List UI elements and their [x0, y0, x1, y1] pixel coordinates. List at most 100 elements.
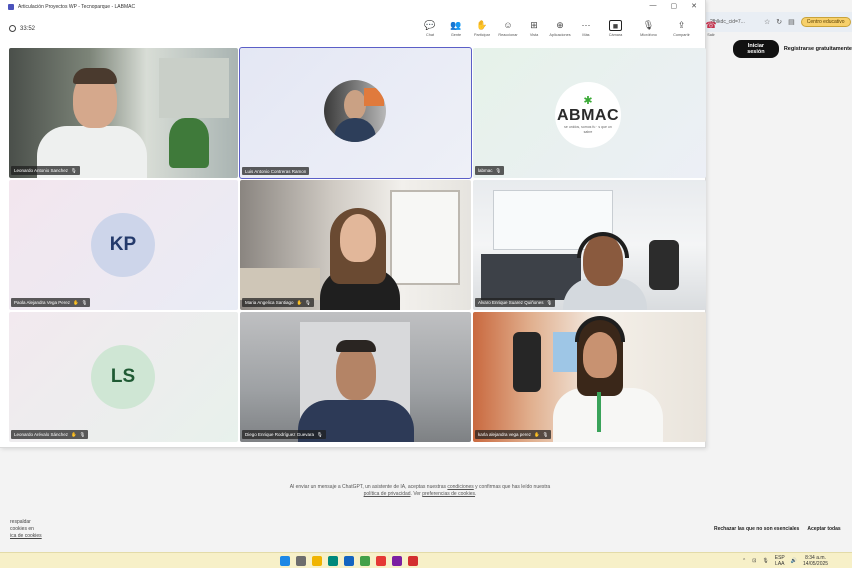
extensions-icon[interactable]: ▤ [788, 18, 795, 26]
network-icon[interactable]: ⊡ [752, 558, 756, 564]
microphone-icon: 🎙 [642, 20, 655, 30]
raise-hand-icon: ✋ [476, 20, 488, 30]
taskbar-apps [280, 556, 418, 566]
participant-name-badge: karla alejandra vega perez ✋ 🎙 [475, 430, 552, 439]
participant-name: Leonardo Antonio Sanchez [14, 168, 69, 173]
video-tile[interactable]: ✱ ABMAC se unidos, somos fu · s que un s… [473, 48, 706, 178]
browser-toolbar: ?fblkdc_cid=7... ☆ ↻ ▤ Centro educativo [706, 12, 852, 32]
video-tile[interactable]: Alvaro Enrique Suarez Quiñones 🎙 [473, 180, 706, 310]
participant-hair [336, 340, 376, 352]
hand-raised-icon: ✋ [71, 431, 77, 437]
view-button[interactable]: ⊞ Vista [524, 20, 544, 37]
disclaimer-text-2: y confirmas que has leído nuestra [475, 484, 551, 490]
video-tile[interactable]: LS Leonardo Arévalo Sánchez ✋ 🎙 [9, 312, 238, 442]
participant-name: Maria Angelica Santiago [245, 300, 294, 305]
video-tile[interactable]: karla alejandra vega perez ✋ 🎙 [473, 312, 706, 442]
profile-badge[interactable]: Centro educativo [800, 17, 851, 27]
taskbar-app-icon[interactable] [328, 556, 338, 566]
volume-icon[interactable]: 🔊 [791, 558, 797, 564]
maximize-button[interactable]: ▢ [671, 2, 678, 10]
cookie-line-1: respaldar [10, 519, 31, 525]
taskbar-app-icon[interactable] [392, 556, 402, 566]
star-icon[interactable]: ☆ [764, 18, 770, 26]
chat-button[interactable]: 💬 Chat [420, 20, 440, 37]
language-indicator[interactable]: ESP LAA [775, 555, 785, 567]
reject-cookies-button[interactable]: Rechazar las que no son esenciales [714, 526, 799, 532]
minimize-button[interactable]: — [650, 2, 657, 10]
taskbar-app-icon[interactable] [376, 556, 386, 566]
people-button[interactable]: 👥 Gente [446, 20, 466, 37]
mic-icon: 🎙 [71, 167, 77, 173]
raise-hand-label: Participar [473, 33, 491, 37]
refresh-icon[interactable]: ↻ [776, 18, 782, 26]
view-icon: ⊞ [530, 20, 538, 30]
participant-name: Alvaro Enrique Suarez Quiñones [478, 300, 544, 305]
camera-icon: ■ [609, 20, 622, 31]
mic-icon: 🎙 [546, 299, 553, 305]
participant-shirt [553, 388, 663, 442]
taskbar-app-icon[interactable] [312, 556, 322, 566]
background-screen [364, 88, 384, 106]
close-button[interactable]: ✕ [691, 2, 697, 10]
participant-shirt [334, 118, 376, 142]
lanyard [597, 392, 601, 432]
login-button[interactable]: Iniciar sesión [733, 40, 779, 58]
privacy-link[interactable]: política de privacidad [364, 491, 411, 497]
background-plant [169, 118, 209, 168]
camera-button[interactable]: ■ Cámara [602, 20, 629, 37]
share-label: Compartir [673, 33, 690, 37]
chatgpt-disclaimer: Al enviar un mensaje a ChatGPT, un asist… [180, 484, 660, 498]
window-title: Articulación Proyectos WP - Tecnoparque … [18, 4, 136, 10]
apps-button[interactable]: ⊕ Aplicaciones [549, 20, 570, 37]
cookie-policy-link[interactable]: ica de cookies [10, 533, 42, 540]
chat-label: Chat [425, 33, 435, 37]
participant-name-badge: Maria Angelica Santiago ✋ 🎙 [242, 298, 314, 307]
accept-cookies-button[interactable]: Aceptar todas [807, 526, 840, 532]
video-tile[interactable]: Leonardo Antonio Sanchez 🎙 [9, 48, 238, 178]
taskbar-app-icon[interactable] [296, 556, 306, 566]
cookie-banner-text: respaldar cookies en ica de cookies [10, 519, 42, 540]
more-button[interactable]: ⋯ Más [576, 20, 596, 37]
tray-chevron-icon[interactable]: ⌃ [742, 558, 746, 564]
video-tile[interactable]: Maria Angelica Santiago ✋ 🎙 [240, 180, 471, 310]
taskbar-app-icon[interactable] [360, 556, 370, 566]
microphone-button[interactable]: 🎙 Micrófono [635, 20, 662, 37]
mic-icon: 🎙 [495, 167, 502, 173]
terms-link[interactable]: condiciones [447, 484, 473, 490]
participant-name: karla alejandra vega perez [478, 432, 532, 437]
video-tile[interactable]: Luis Antonio Contreras Ramon [239, 47, 472, 179]
apps-icon: ⊕ [556, 20, 564, 30]
video-tile[interactable]: Diego Enrique Rodríguez Guevara 🎙 [240, 312, 471, 442]
hand-raised-icon: ✋ [296, 299, 303, 305]
cookie-preferences-link[interactable]: preferencias de cookies [422, 491, 475, 497]
clock[interactable]: 8:34 a.m. 14/05/2025 [803, 555, 828, 567]
mic-tray-icon[interactable]: 🎙 [762, 558, 768, 564]
meeting-controls-bar: 33:52 💬 Chat 👥 Gente ✋ Participar ☺ Reaccionar ⊞… [0, 14, 717, 48]
more-icon: ⋯ [581, 20, 591, 30]
disclaimer-end: . [475, 491, 477, 497]
cookie-actions: Rechazar las que no son esenciales Acept… [714, 526, 841, 532]
taskbar-app-icon[interactable] [408, 556, 418, 566]
system-tray: ⌃ ⊡ 🎙 ESP LAA 🔊 8:34 a.m. 14/05/2025 [742, 555, 828, 567]
share-icon: ⇪ [677, 20, 686, 30]
react-button[interactable]: ☺ Reaccionar [498, 20, 518, 37]
participant-name-badge: Paola Alejandra Vega Perez ✋ 🎙 [11, 298, 91, 307]
share-button[interactable]: ⇪ Compartir [668, 20, 695, 37]
video-grid: Leonardo Antonio Sanchez 🎙 Luis Antonio … [9, 47, 706, 442]
leave-button[interactable]: ☎ Salir [701, 20, 721, 37]
headset-icon [575, 316, 625, 342]
start-button-icon[interactable] [280, 556, 290, 566]
taskbar: ⌃ ⊡ 🎙 ESP LAA 🔊 8:34 a.m. 14/05/2025 [0, 552, 852, 568]
react-icon: ☺ [503, 20, 513, 30]
signup-button[interactable]: Registrarse gratuitamente [784, 46, 852, 52]
background-chair [649, 240, 679, 290]
taskbar-app-icon[interactable] [344, 556, 354, 566]
logo-circle: ✱ ABMAC se unidos, somos fu · s que un s… [555, 82, 621, 148]
raise-hand-button[interactable]: ✋ Participar [472, 20, 492, 37]
camera-label: Cámara [608, 33, 623, 37]
video-tile[interactable]: KP Paola Alejandra Vega Perez ✋ 🎙 [9, 180, 238, 310]
meeting-toolbar: 💬 Chat 👥 Gente ✋ Participar ☺ Reaccionar ⊞ Vista ⊕… [420, 20, 721, 37]
participant-name: Diego Enrique Rodríguez Guevara [245, 432, 315, 437]
mic-icon: 🎙 [305, 299, 311, 305]
view-label: Vista [529, 33, 539, 37]
